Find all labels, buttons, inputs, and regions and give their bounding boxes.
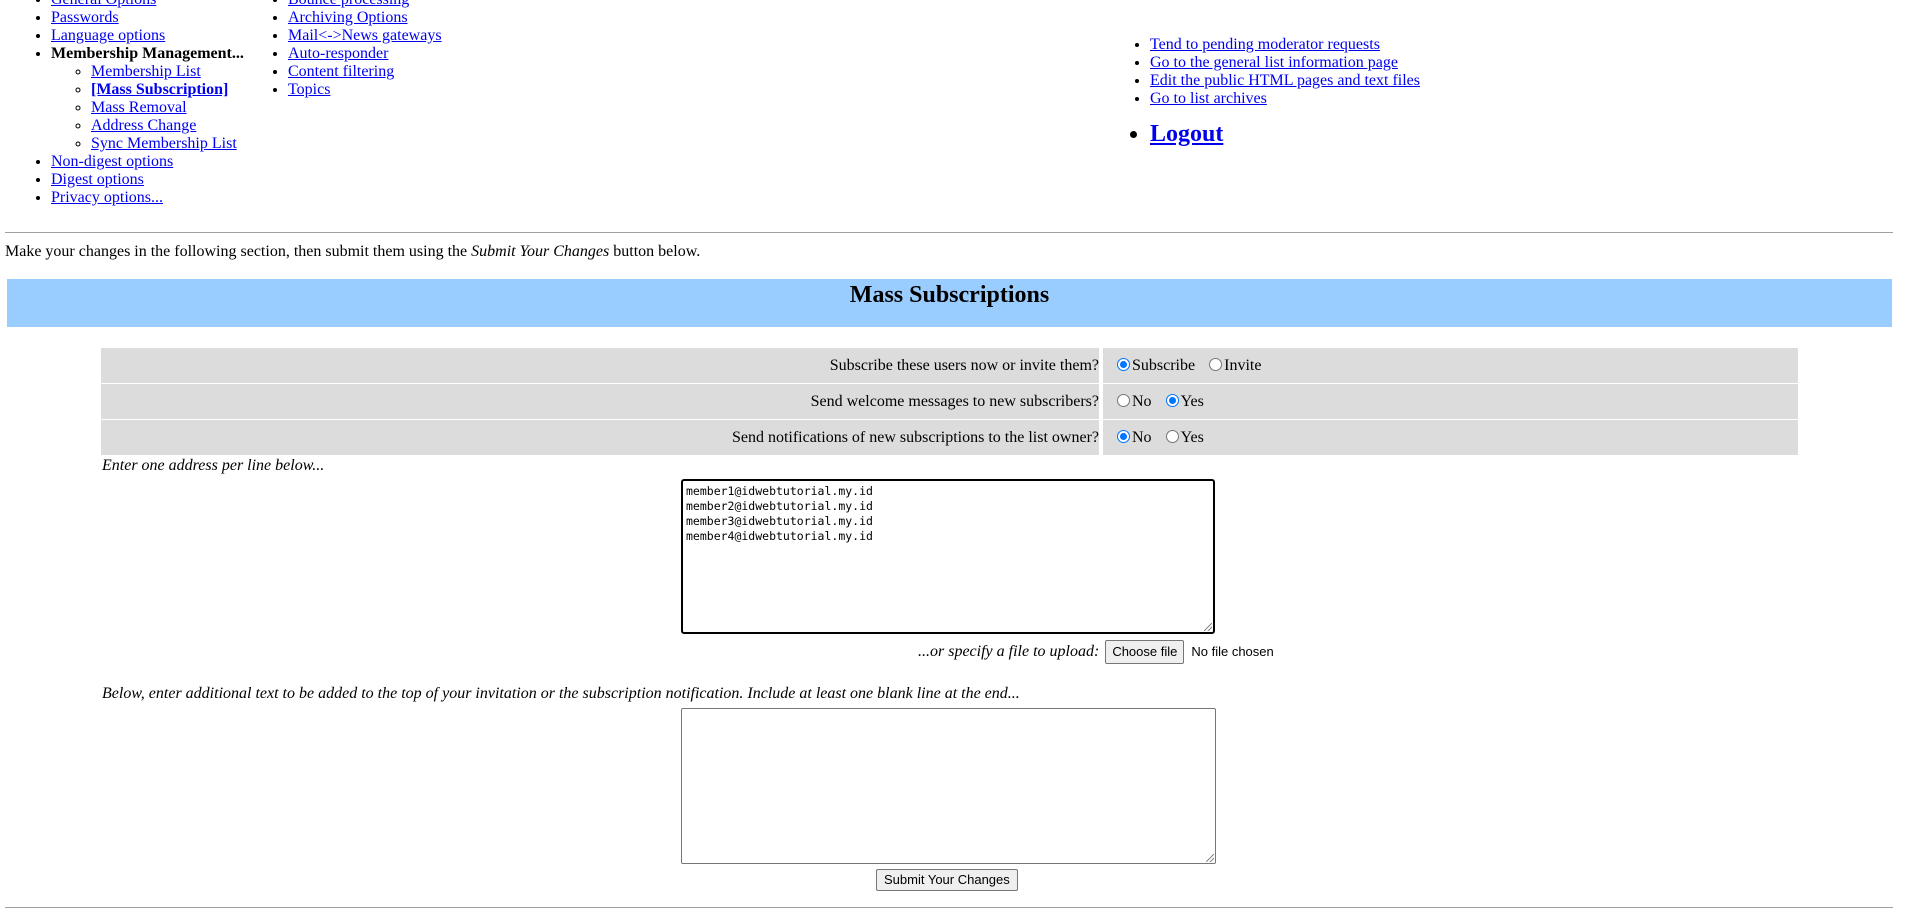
option-question: Send notifications of new subscriptions … (101, 420, 1099, 455)
resize-handle-icon[interactable] (1204, 623, 1212, 631)
nav-digest-options[interactable]: Digest options (51, 171, 144, 188)
radio-notify-no[interactable] (1117, 430, 1130, 443)
link-edit-public-html[interactable]: Edit the public HTML pages and text file… (1150, 72, 1420, 89)
nav-column-2: Bounce processing Archiving Options Mail… (264, 0, 442, 99)
address-line: member4@idwebtutorial.my.id (686, 529, 873, 543)
page-title: Mass Subscriptions (849, 282, 1050, 308)
link-pending-requests[interactable]: Tend to pending moderator requests (1150, 36, 1380, 53)
nav-language-options[interactable]: Language options (51, 27, 165, 44)
radio-label-no: No (1132, 429, 1152, 446)
radio-welcome-no[interactable] (1117, 394, 1130, 407)
address-line: member2@idwebtutorial.my.id (686, 499, 873, 513)
radio-notify-yes[interactable] (1165, 430, 1179, 443)
option-row-notify-owner: Send notifications of new subscriptions … (101, 420, 1798, 455)
additional-text-hint: Below, enter additional text to be added… (102, 685, 1020, 702)
logout-link[interactable]: Logout (1150, 121, 1223, 147)
nav-content-filtering[interactable]: Content filtering (288, 63, 394, 80)
resize-handle-icon[interactable] (1206, 854, 1214, 862)
radio-label-yes: Yes (1180, 393, 1204, 410)
submit-changes-button[interactable]: Submit Your Changes (876, 869, 1018, 891)
intro-text: Make your changes in the following secti… (5, 243, 700, 261)
address-line: member1@idwebtutorial.my.id (686, 484, 873, 498)
admin-links: Tend to pending moderator requests Go to… (1126, 36, 1420, 148)
upload-label: ...or specify a file to upload: (918, 643, 1100, 660)
option-answers: No Yes (1103, 384, 1798, 419)
radio-welcome-yes[interactable] (1165, 394, 1179, 407)
nav-archiving-options[interactable]: Archiving Options (288, 9, 408, 26)
radio-subscribe[interactable] (1117, 358, 1130, 371)
option-question: Send welcome messages to new subscribers… (101, 384, 1099, 419)
radio-label-subscribe: Subscribe (1132, 357, 1196, 374)
link-list-archives[interactable]: Go to list archives (1150, 90, 1267, 107)
section-header: Mass Subscriptions (7, 279, 1892, 327)
nav-column-1: General Options Passwords Language optio… (27, 0, 244, 207)
radio-label-invite: Invite (1224, 357, 1262, 374)
file-status: No file chosen (1191, 644, 1274, 659)
additional-text-textarea[interactable] (681, 708, 1216, 864)
divider-bottom (5, 907, 1893, 908)
address-line: member3@idwebtutorial.my.id (686, 514, 873, 528)
intro-before: Make your changes in the following secti… (5, 243, 472, 260)
divider-top (5, 232, 1893, 233)
nav-general-options[interactable]: General Options (51, 0, 156, 8)
intro-emphasis: Submit Your Changes (471, 243, 610, 260)
link-list-info[interactable]: Go to the general list information page (1150, 54, 1398, 71)
intro-after: button below. (609, 243, 701, 260)
upload-row: ...or specify a file to upload: Choose f… (918, 640, 1274, 664)
nav-mass-subscription[interactable]: [Mass Subscription] (91, 81, 228, 98)
nav-non-digest-options[interactable]: Non-digest options (51, 153, 173, 170)
nav-bounce-processing[interactable]: Bounce processing (288, 0, 409, 8)
address-textarea[interactable]: member1@idwebtutorial.my.id member2@idwe… (681, 479, 1215, 634)
nav-privacy-options[interactable]: Privacy options... (51, 189, 163, 206)
nav-address-change[interactable]: Address Change (91, 117, 196, 134)
option-question: Subscribe these users now or invite them… (101, 348, 1099, 383)
nav-auto-responder[interactable]: Auto-responder (288, 45, 388, 62)
option-row-subscribe-invite: Subscribe these users now or invite them… (101, 348, 1798, 383)
nav-sync-membership-list[interactable]: Sync Membership List (91, 135, 237, 152)
radio-invite[interactable] (1209, 358, 1223, 371)
radio-label-no: No (1132, 393, 1152, 410)
option-answers: Subscribe Invite (1103, 348, 1798, 383)
nav-mass-removal[interactable]: Mass Removal (91, 99, 187, 116)
option-row-welcome: Send welcome messages to new subscribers… (101, 384, 1798, 419)
choose-file-button[interactable]: Choose file (1105, 640, 1185, 664)
nav-membership-heading: Membership Management... (51, 45, 244, 62)
nav-mail-news-gateways[interactable]: Mail<->News gateways (288, 27, 442, 44)
address-hint: Enter one address per line below... (102, 457, 325, 474)
nav-passwords[interactable]: Passwords (51, 9, 119, 26)
option-answers: No Yes (1103, 420, 1798, 455)
nav-membership-list[interactable]: Membership List (91, 63, 201, 80)
nav-topics[interactable]: Topics (288, 81, 330, 98)
radio-label-yes: Yes (1180, 429, 1204, 446)
